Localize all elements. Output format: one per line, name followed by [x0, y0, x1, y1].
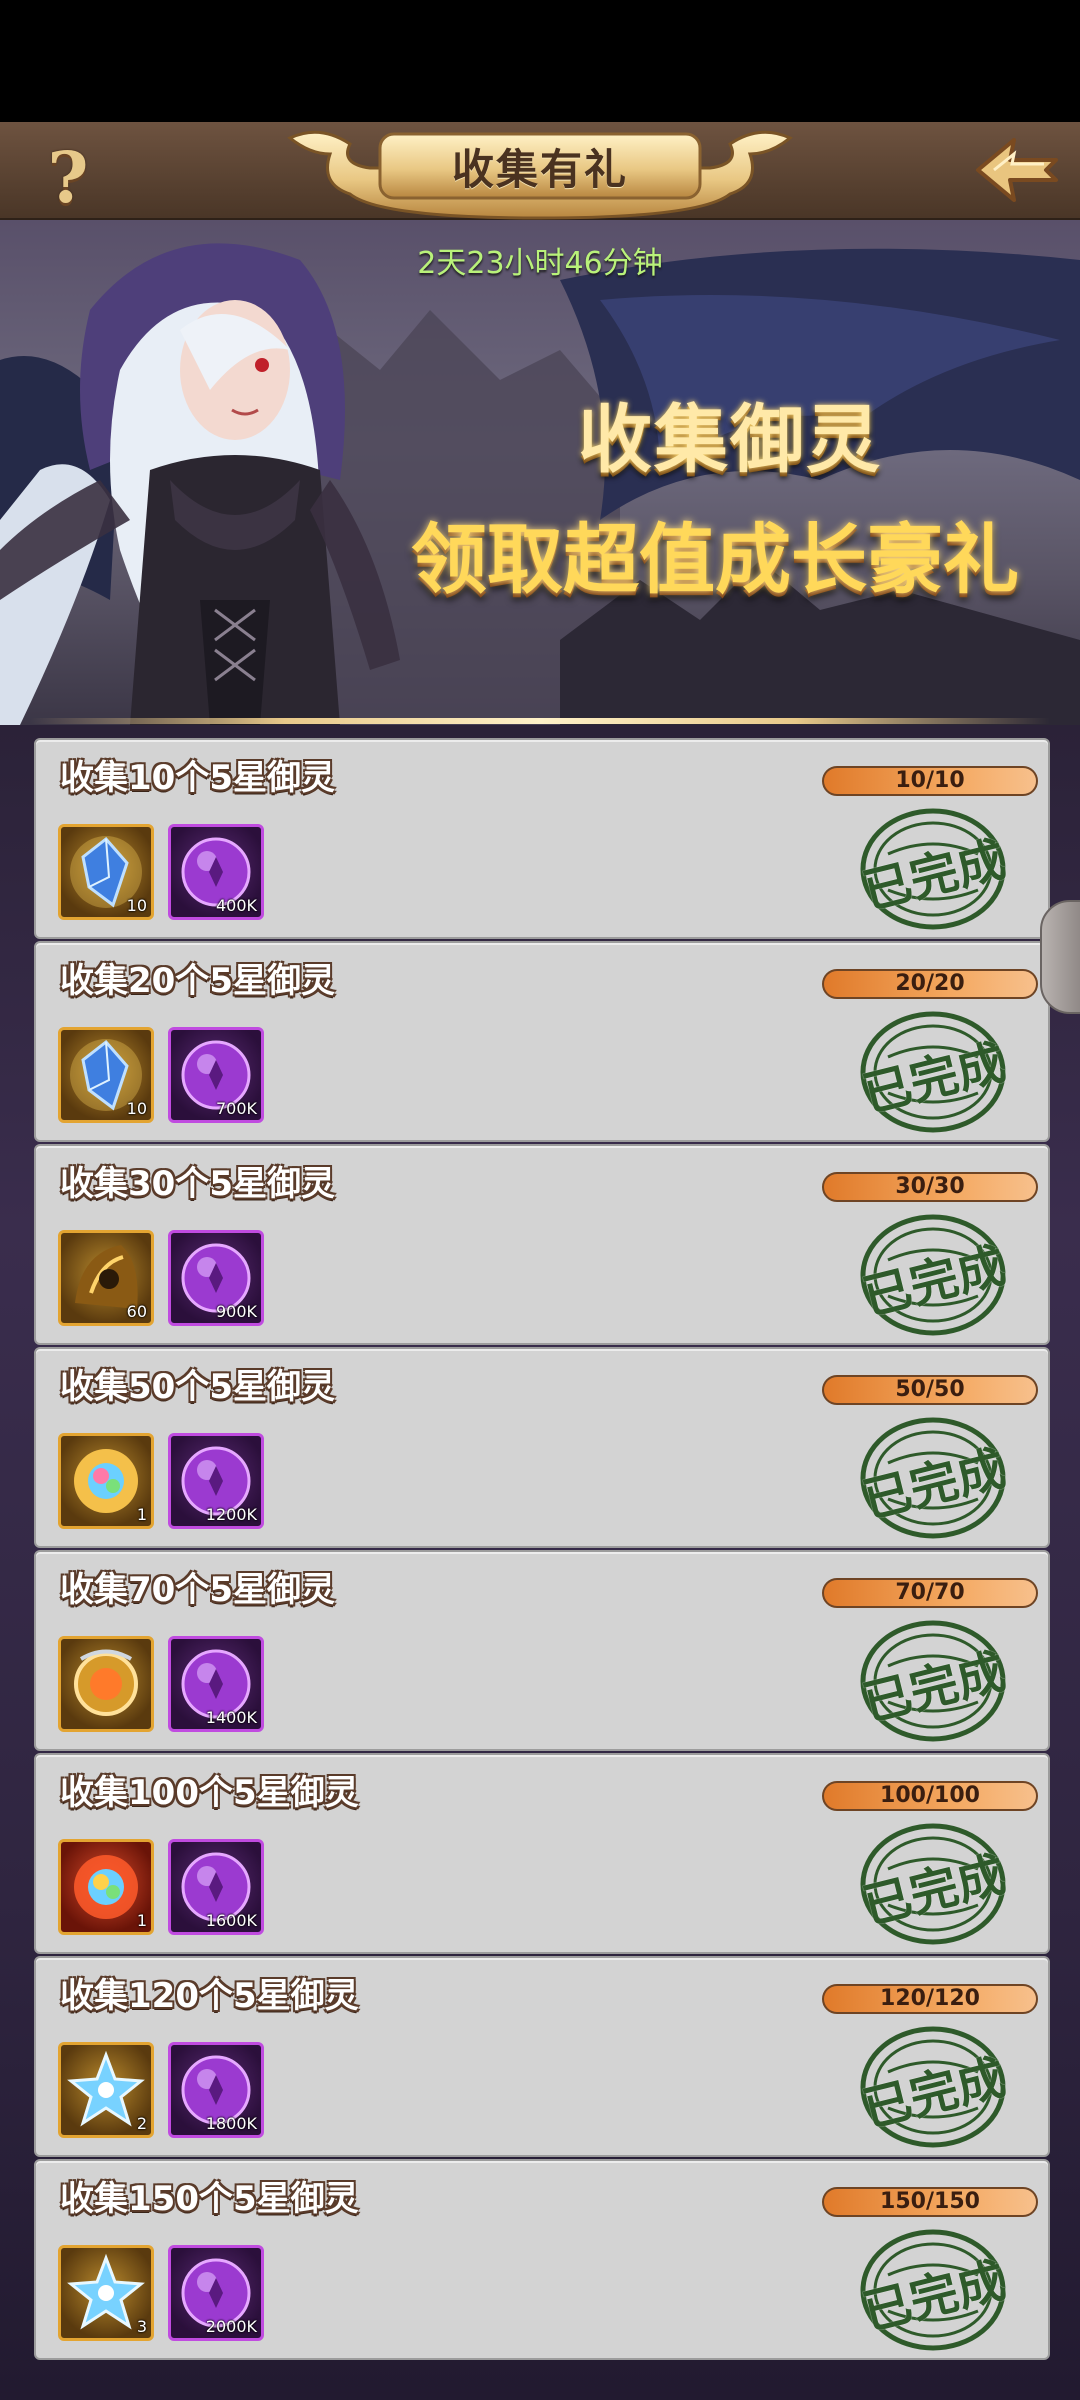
- banner-subheadline: 领取超值成长豪礼: [411, 515, 1019, 604]
- reward-quantity: 2000K: [205, 2317, 257, 2336]
- progress-text: 70/70: [895, 1580, 965, 1605]
- reward-item[interactable]: 1: [58, 1433, 154, 1529]
- back-arrow-icon: [976, 138, 1058, 202]
- task-card: 收集100个5星御灵 100/100 1 1600K 已完成: [34, 1753, 1050, 1954]
- help-button[interactable]: ?: [38, 140, 98, 216]
- side-drawer-tab[interactable]: [1040, 900, 1080, 1014]
- reward-item[interactable]: [58, 1636, 154, 1732]
- status-bar: [0, 0, 1080, 122]
- event-timer: 2天23小时46分钟: [417, 246, 663, 281]
- reward-item[interactable]: 2: [58, 2042, 154, 2138]
- task-progress-bar: 10/10: [822, 766, 1038, 796]
- progress-text: 150/150: [880, 2189, 980, 2214]
- task-title: 收集50个5星御灵: [60, 1367, 335, 1407]
- reward-item[interactable]: 1200K: [168, 1433, 264, 1529]
- task-progress-bar: 150/150: [822, 2187, 1038, 2217]
- back-arrow-button[interactable]: [970, 128, 1062, 212]
- task-title: 收集20个5星御灵: [60, 961, 335, 1001]
- reward-quantity: 700K: [215, 1099, 257, 1118]
- task-title: 收集70个5星御灵: [60, 1570, 335, 1610]
- reward-item[interactable]: 1400K: [168, 1636, 264, 1732]
- task-card: 收集120个5星御灵 120/120 2 1800K 已完成: [34, 1956, 1050, 2157]
- completed-stamp: 已完成: [848, 2022, 1018, 2152]
- reward-item[interactable]: 700K: [168, 1027, 264, 1123]
- reward-quantity: 3: [136, 2317, 147, 2336]
- reward-item[interactable]: 900K: [168, 1230, 264, 1326]
- reward-quantity: 1200K: [205, 1505, 257, 1524]
- progress-text: 100/100: [880, 1783, 980, 1808]
- banner-headline: 收集御灵: [578, 397, 882, 483]
- task-title: 收集120个5星御灵: [60, 1976, 359, 2016]
- task-card: 收集10个5星御灵 10/10 10 400K 已完成: [34, 738, 1050, 939]
- task-progress-bar: 30/30: [822, 1172, 1038, 1202]
- progress-text: 20/20: [895, 971, 965, 996]
- task-progress-bar: 50/50: [822, 1375, 1038, 1405]
- reward-quantity: 1400K: [205, 1708, 257, 1727]
- banner-divider: [30, 718, 1050, 724]
- reward-item[interactable]: 3: [58, 2245, 154, 2341]
- task-title: 收集30个5星御灵: [60, 1164, 335, 1204]
- reward-item[interactable]: 400K: [168, 824, 264, 920]
- progress-text: 50/50: [895, 1377, 965, 1402]
- completed-stamp: 已完成: [848, 1210, 1018, 1340]
- task-progress-bar: 20/20: [822, 969, 1038, 999]
- task-title: 收集10个5星御灵: [60, 758, 335, 798]
- reward-item[interactable]: 1: [58, 1839, 154, 1935]
- task-title: 收集100个5星御灵: [60, 1773, 359, 1813]
- page-title: 收集有礼: [451, 145, 628, 194]
- reward-quantity: 1600K: [205, 1911, 257, 1930]
- reward-quantity: 10: [126, 1099, 147, 1118]
- completed-stamp: 已完成: [848, 1007, 1018, 1137]
- task-card: 收集150个5星御灵 150/150 3 2000K 已完成: [34, 2159, 1050, 2360]
- task-card: 收集70个5星御灵 70/70 1400K 已完成: [34, 1550, 1050, 1751]
- title-plate: 收集有礼: [280, 124, 800, 220]
- reward-quantity: 10: [126, 896, 147, 915]
- progress-text: 10/10: [895, 768, 965, 793]
- task-progress-bar: 120/120: [822, 1984, 1038, 2014]
- reward-quantity: 1: [136, 1505, 147, 1524]
- progress-text: 120/120: [880, 1986, 980, 2011]
- progress-text: 30/30: [895, 1174, 965, 1199]
- reward-item[interactable]: 60: [58, 1230, 154, 1326]
- task-progress-bar: 100/100: [822, 1781, 1038, 1811]
- reward-quantity: 400K: [215, 896, 257, 915]
- reward-item[interactable]: 1800K: [168, 2042, 264, 2138]
- completed-stamp: 已完成: [848, 804, 1018, 934]
- completed-stamp: 已完成: [848, 2225, 1018, 2355]
- completed-stamp: 已完成: [848, 1819, 1018, 1949]
- completed-stamp: 已完成: [848, 1616, 1018, 1746]
- task-card: 收集20个5星御灵 20/20 10 700K 已完成: [34, 941, 1050, 1142]
- reward-item[interactable]: 1600K: [168, 1839, 264, 1935]
- reward-item[interactable]: 10: [58, 824, 154, 920]
- task-card: 收集50个5星御灵 50/50 1 1200K 已完成: [34, 1347, 1050, 1548]
- reward-item[interactable]: 10: [58, 1027, 154, 1123]
- reward-quantity: 2: [136, 2114, 147, 2133]
- reward-quantity: 60: [126, 1302, 147, 1321]
- task-card: 收集30个5星御灵 30/30 60 900K 已完成: [34, 1144, 1050, 1345]
- task-title: 收集150个5星御灵: [60, 2179, 359, 2219]
- reward-quantity: 1800K: [205, 2114, 257, 2133]
- task-progress-bar: 70/70: [822, 1578, 1038, 1608]
- reward-item[interactable]: 2000K: [168, 2245, 264, 2341]
- completed-stamp: 已完成: [848, 1413, 1018, 1543]
- reward-quantity: 900K: [215, 1302, 257, 1321]
- reward-quantity: 1: [136, 1911, 147, 1930]
